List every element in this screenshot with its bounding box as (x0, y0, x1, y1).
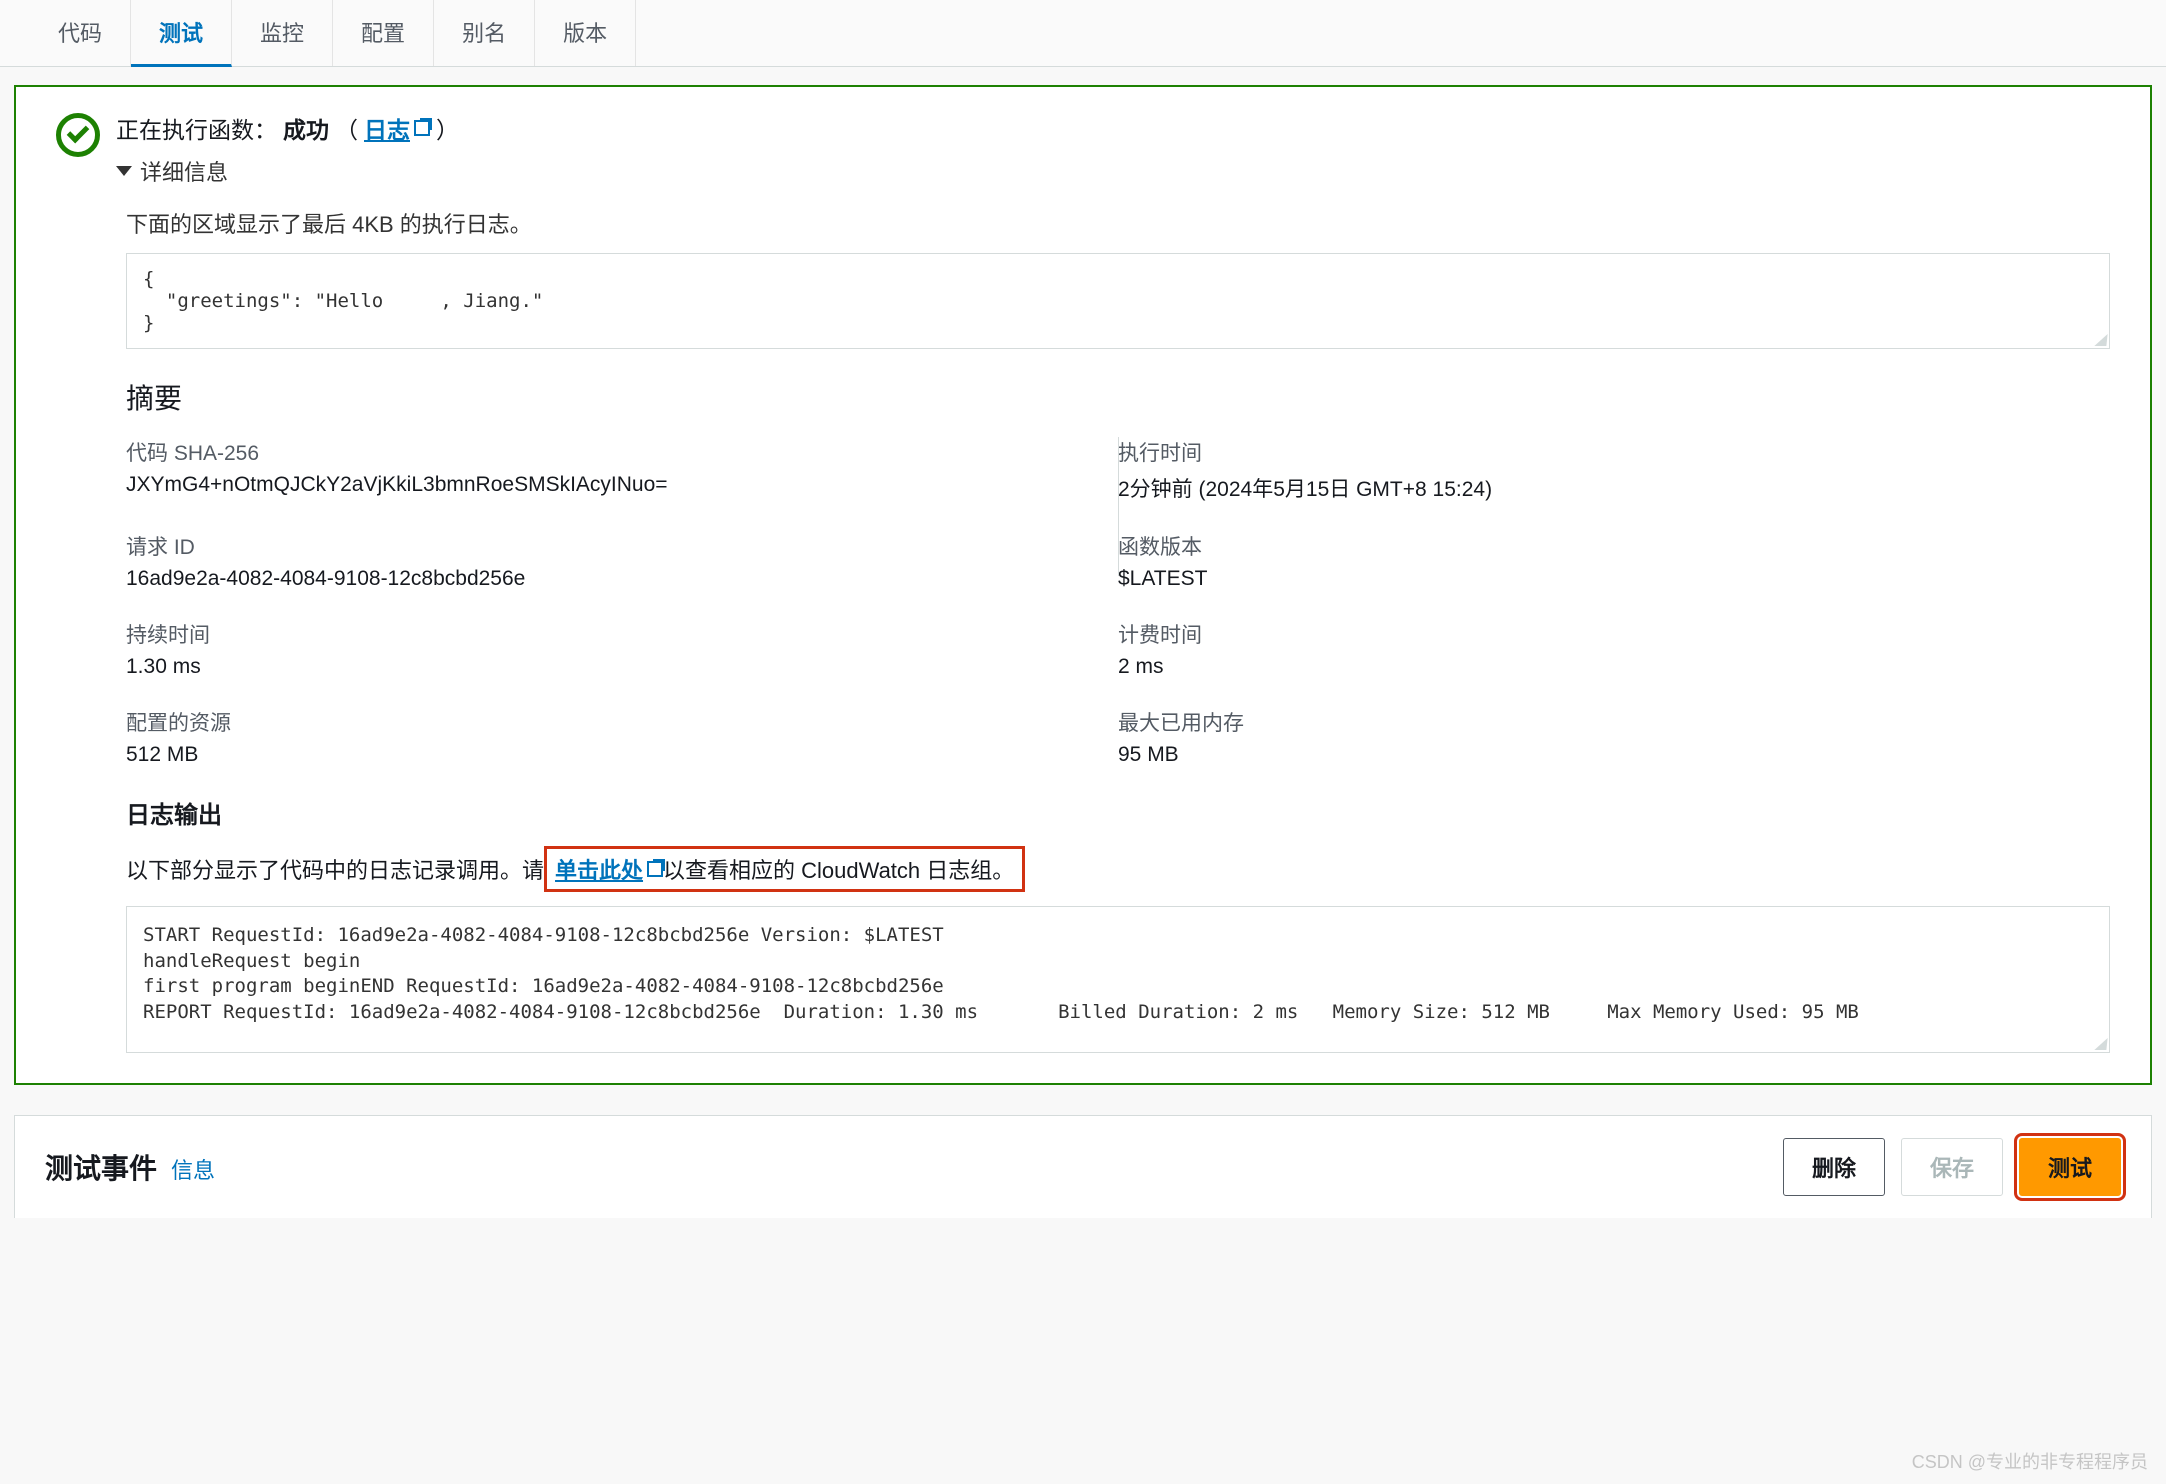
tab-code[interactable]: 代码 (30, 0, 131, 66)
external-link-icon (414, 120, 430, 136)
save-button[interactable]: 保存 (1901, 1138, 2003, 1196)
info-link[interactable]: 信息 (171, 1153, 215, 1185)
summary-grid: 代码 SHA-256 JXYmG4+nOtmQJCkY2aVjKkiL3bmnR… (126, 437, 2110, 767)
alert-prefix: 正在执行函数： (116, 111, 277, 145)
kv-value: 512 MB (126, 743, 1118, 767)
logs-link-label: 日志 (364, 111, 410, 145)
success-icon (56, 113, 100, 157)
log-preview-text: { "greetings": "Hello , Jiang." } (143, 268, 543, 334)
kv-value: JXYmG4+nOtmQJCkY2aVjKkiL3bmnRoeSMSkIAcyI… (126, 473, 1118, 497)
watermark: CSDN @专业的非专程程序员 (1912, 1448, 2148, 1474)
kv-key: 计费时间 (1118, 619, 2110, 649)
kv-value: 2 ms (1118, 655, 2110, 679)
log-preview-description: 下面的区域显示了最后 4KB 的执行日志。 (126, 207, 2110, 239)
kv-duration: 持续时间 1.30 ms (126, 619, 1118, 679)
kv-key: 配置的资源 (126, 707, 1118, 737)
kv-resources: 配置的资源 512 MB (126, 707, 1118, 767)
kv-key: 函数版本 (1118, 531, 2110, 561)
chevron-down-icon (116, 166, 132, 176)
alert-title: 正在执行函数： 成功 （ 日志 ） (116, 111, 2110, 145)
delete-button[interactable]: 删除 (1783, 1138, 1885, 1196)
kv-value: $LATEST (1118, 567, 2110, 591)
tab-test[interactable]: 测试 (131, 0, 232, 67)
kv-key: 请求 ID (126, 531, 1118, 561)
kv-version: 函数版本 $LATEST (1118, 531, 2110, 591)
tab-monitor[interactable]: 监控 (232, 0, 333, 66)
kv-key: 最大已用内存 (1118, 707, 2110, 737)
logs-link[interactable]: 日志 (364, 111, 430, 145)
resize-handle-icon[interactable] (2094, 334, 2107, 346)
details-toggle[interactable]: 详细信息 (116, 155, 2110, 187)
kv-key: 持续时间 (126, 619, 1118, 649)
log-output-description: 以下部分显示了代码中的日志记录调用。请 单击此处 以查看相应的 CloudWat… (126, 846, 2110, 892)
alert-paren-open: （ (335, 111, 358, 145)
kv-value: 16ad9e2a-4082-4084-9108-12c8bcbd256e (126, 567, 1118, 591)
highlight-box: 单击此处 以查看相应的 CloudWatch 日志组。 (544, 846, 1025, 892)
tab-alias[interactable]: 别名 (434, 0, 535, 66)
details-label: 详细信息 (140, 155, 228, 187)
log-output-prefix: 以下部分显示了代码中的日志记录调用。请 (126, 853, 544, 885)
page-tabs: 代码 测试 监控 配置 别名 版本 (0, 0, 2166, 67)
resize-handle-icon[interactable] (2094, 1038, 2107, 1050)
kv-request-id: 请求 ID 16ad9e2a-4082-4084-9108-12c8bcbd25… (126, 531, 1118, 591)
test-event-footer: 测试事件 信息 删除 保存 测试 (14, 1115, 2152, 1218)
alert-status: 成功 (283, 111, 329, 145)
test-event-title: 测试事件 (45, 1147, 157, 1187)
kv-sha256: 代码 SHA-256 JXYmG4+nOtmQJCkY2aVjKkiL3bmnR… (126, 437, 1118, 503)
cloudwatch-link[interactable]: 单击此处 (555, 853, 663, 885)
kv-billed: 计费时间 2 ms (1118, 619, 2110, 679)
kv-value: 95 MB (1118, 743, 2110, 767)
execution-result-panel: 正在执行函数： 成功 （ 日志 ） 详细信息 下面的区域显示了最后 4KB 的执… (14, 85, 2152, 1085)
tab-version[interactable]: 版本 (535, 0, 636, 66)
kv-max-memory: 最大已用内存 95 MB (1118, 707, 2110, 767)
log-output-suffix: 以查看相应的 CloudWatch 日志组。 (663, 853, 1014, 885)
external-link-icon (647, 861, 663, 877)
kv-value: 1.30 ms (126, 655, 1118, 679)
summary-title: 摘要 (126, 377, 2110, 417)
log-preview-output[interactable]: { "greetings": "Hello , Jiang." } (126, 253, 2110, 349)
log-output-box[interactable]: START RequestId: 16ad9e2a-4082-4084-9108… (126, 906, 2110, 1053)
alert-paren-close: ） (436, 111, 459, 145)
kv-exec-time: 执行时间 2分钟前 (2024年5月15日 GMT+8 15:24) (1118, 437, 2110, 503)
log-output-text: START RequestId: 16ad9e2a-4082-4084-9108… (143, 924, 1859, 1023)
kv-key: 代码 SHA-256 (126, 437, 1118, 467)
test-button[interactable]: 测试 (2019, 1138, 2121, 1196)
kv-value: 2分钟前 (2024年5月15日 GMT+8 15:24) (1118, 473, 2110, 503)
kv-key: 执行时间 (1118, 437, 2110, 467)
log-output-title: 日志输出 (126, 795, 2110, 830)
tab-config[interactable]: 配置 (333, 0, 434, 66)
cloudwatch-link-label: 单击此处 (555, 853, 643, 885)
summary-divider (1118, 437, 1119, 576)
